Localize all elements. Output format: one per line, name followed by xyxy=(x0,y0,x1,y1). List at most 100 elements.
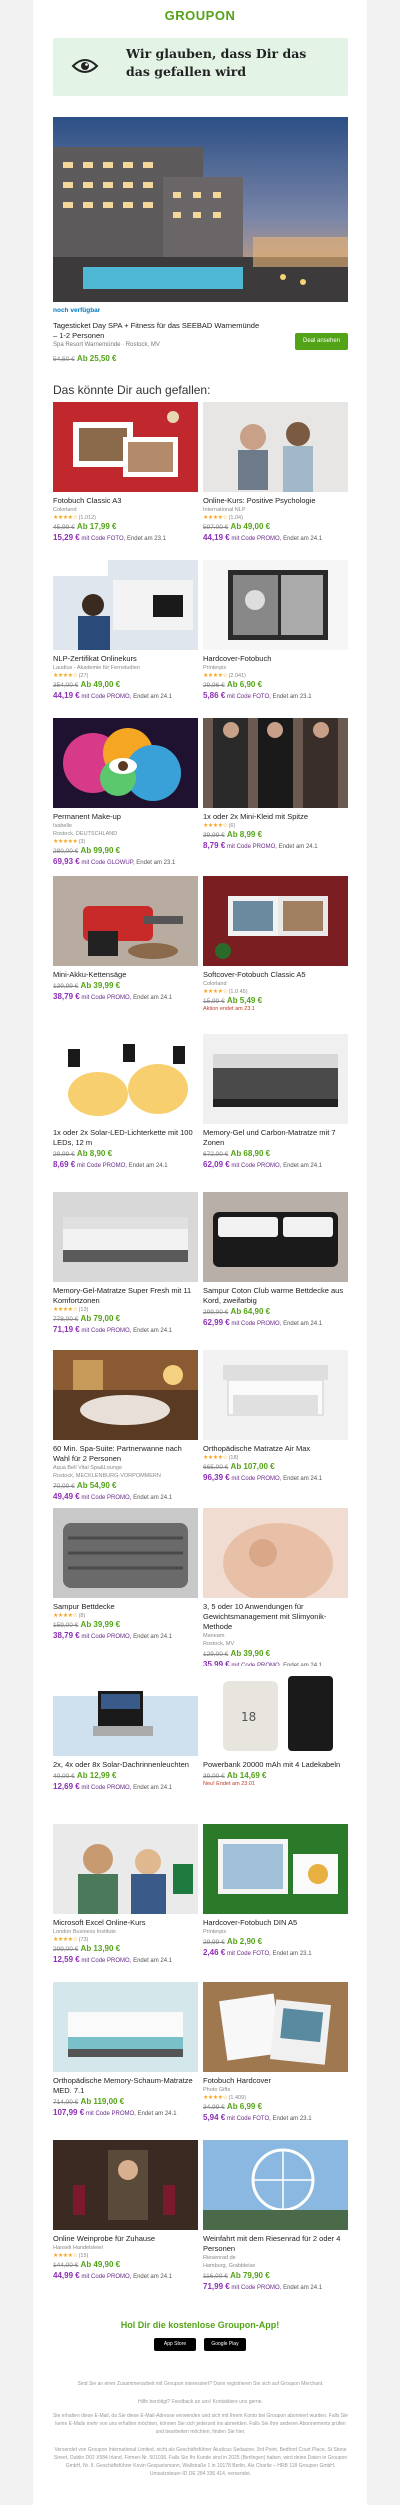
promo-price: 49,49 € xyxy=(53,1492,80,1501)
deal-title[interactable]: 60 Min. Spa-Suite: Partnerwanne nach Wah… xyxy=(53,1444,198,1464)
deal-image[interactable] xyxy=(53,560,198,650)
deal-card[interactable]: Fotobuch Classic A3 Colorland ★★★★☆ (1.012… xyxy=(53,402,198,542)
deal-image[interactable] xyxy=(203,560,348,650)
deal-title[interactable]: Memory-Gel und Carbon-Matratze mit 7 Zon… xyxy=(203,1128,348,1148)
promo-line: 96,39 € mit Code PROMO, Endet am 24.1 xyxy=(203,1473,348,1482)
deal-price: Ab 79,00 € xyxy=(80,1314,121,1323)
promo-line: 12,59 € mit Code PROMO, Endet am 24.1 xyxy=(53,1955,198,1964)
deal-title[interactable]: Microsoft Excel Online-Kurs xyxy=(53,1918,198,1928)
deal-price: Ab 119,00 € xyxy=(80,2097,125,2106)
deal-price-line: 778,00 € Ab 79,00 € xyxy=(53,1314,198,1323)
deal-title[interactable]: Fotobuch Hardcover xyxy=(203,2076,348,2086)
rating-stars: ★★★★☆ (27) xyxy=(53,672,198,679)
deal-title[interactable]: Sampur Bettdecke xyxy=(53,1602,198,1612)
view-deal-button[interactable]: Deal ansehen xyxy=(295,333,348,350)
promo-code-text: mit Code PROMO, xyxy=(85,2111,136,2117)
promo-price: 8,79 € xyxy=(203,841,226,850)
deal-card[interactable]: 1x oder 2x Solar-LED-Lichterkette mit 10… xyxy=(53,1034,198,1169)
deal-image[interactable] xyxy=(53,876,198,966)
deal-image[interactable] xyxy=(53,1982,198,2072)
deal-image[interactable]: 18 xyxy=(203,1666,348,1756)
deal-image[interactable] xyxy=(203,1824,348,1914)
deal-title[interactable]: Online-Kurs: Positive Psychologie xyxy=(203,496,348,506)
deal-card[interactable]: Microsoft Excel Online-Kurs London Busine… xyxy=(53,1824,198,1964)
deal-price: Ab 39,99 € xyxy=(80,1620,121,1629)
deal-title[interactable]: Memory-Gel-Matratze Super Fresh mit 11 K… xyxy=(53,1286,198,1306)
groupon-logo[interactable]: GROUPON xyxy=(33,8,367,24)
deal-card[interactable]: 3, 5 oder 10 Anwendungen für Gewichtsman… xyxy=(203,1508,348,1669)
deal-card[interactable]: Online Weinprobe für Zuhause Hanseli Hand… xyxy=(53,2140,198,2280)
deal-image[interactable] xyxy=(203,1350,348,1440)
deal-price: Ab 12,99 € xyxy=(76,1771,117,1780)
deal-title[interactable]: Online Weinprobe für Zuhause xyxy=(53,2234,198,2244)
deal-image[interactable] xyxy=(53,1666,198,1756)
deal-card[interactable]: Memory-Gel-Matratze Super Fresh mit 11 K… xyxy=(53,1192,198,1334)
deal-title[interactable]: Weinfahrt mit dem Riesenrad für 2 oder 4… xyxy=(203,2234,348,2254)
deal-price-line: 40,00 € Ab 12,99 € xyxy=(53,1771,198,1780)
deal-card[interactable]: Softcover-Fotobuch Classic A5 Colorland ★★… xyxy=(203,876,348,1012)
google-play-badge[interactable]: Google Play xyxy=(203,2338,246,2351)
deal-image[interactable] xyxy=(53,2140,198,2230)
deal-title[interactable]: Mini-Akku-Kettensäge xyxy=(53,970,198,980)
deal-title[interactable]: 1x oder 2x Solar-LED-Lichterkette mit 10… xyxy=(53,1128,198,1148)
deal-title[interactable]: NLP-Zertifikat Onlinekurs xyxy=(53,654,198,664)
deal-title[interactable]: Sampur Coton Club warme Bettdecke aus Ko… xyxy=(203,1286,348,1306)
deal-title[interactable]: 1x oder 2x Mini-Kleid mit Spitze xyxy=(203,812,348,822)
deal-card[interactable]: Orthopädische Matratze Air Max ★★★★☆ (18)… xyxy=(203,1350,348,1482)
featured-deal-title[interactable]: Tagesticket Day SPA + Fitness für das SE… xyxy=(53,321,263,341)
deal-card[interactable]: Hardcover-Fotobuch Printerpix ★★★★☆ (2.041… xyxy=(203,560,348,700)
deal-card[interactable]: 18 Powerbank 20000 mAh mit 4 Ladekabeln 39… xyxy=(203,1666,348,1787)
promo-line: 2,46 € mit Code FOTO, Endet am 23.1 xyxy=(203,1948,348,1957)
deal-card[interactable]: Hardcover-Fotobuch DIN A5 Printerpix 29,99… xyxy=(203,1824,348,1957)
deal-image[interactable] xyxy=(53,402,198,492)
deal-card[interactable]: Orthopädische Memory-Schaum-Matratze MED… xyxy=(53,1982,198,2117)
deal-image[interactable] xyxy=(53,1034,198,1124)
deal-card[interactable]: Fotobuch Hardcover Photo Gifts ★★★★☆ (1.40… xyxy=(203,1982,348,2122)
deal-card[interactable]: 60 Min. Spa-Suite: Partnerwanne nach Wah… xyxy=(53,1350,198,1501)
deal-card[interactable]: Permanent Make-up Isabelle Rostock, DEUTS… xyxy=(53,718,198,866)
deal-card[interactable]: Mini-Akku-Kettensäge 139,99 € Ab 39,99 €3… xyxy=(53,876,198,1001)
deal-image[interactable] xyxy=(203,1034,348,1124)
deal-price: Ab 107,00 € xyxy=(230,1462,275,1471)
deal-title[interactable]: Hardcover-Fotobuch DIN A5 xyxy=(203,1918,348,1928)
deal-title[interactable]: 3, 5 oder 10 Anwendungen für Gewichtsman… xyxy=(203,1602,348,1632)
app-store-badge[interactable]: App Store xyxy=(154,2338,197,2351)
deal-image[interactable] xyxy=(203,1192,348,1282)
deal-image[interactable] xyxy=(203,1982,348,2072)
deal-image[interactable] xyxy=(203,402,348,492)
deal-title[interactable]: Powerbank 20000 mAh mit 4 Ladekabeln xyxy=(203,1760,348,1770)
deal-image[interactable] xyxy=(53,1192,198,1282)
rating-stars: ★★★★☆ (1.409) xyxy=(203,2094,348,2101)
deal-title[interactable]: Orthopädische Matratze Air Max xyxy=(203,1444,348,1454)
featured-old-price: 54,50 € xyxy=(53,356,75,363)
deal-title[interactable]: Orthopädische Memory-Schaum-Matratze MED… xyxy=(53,2076,198,2096)
promo-line: 71,19 € mit Code PROMO, Endet am 24.1 xyxy=(53,1325,198,1334)
deal-title[interactable]: Softcover-Fotobuch Classic A5 xyxy=(203,970,348,980)
deal-card[interactable]: 2x, 4x oder 8x Solar-Dachrinnenleuchten 4… xyxy=(53,1666,198,1791)
deal-card[interactable]: Memory-Gel und Carbon-Matratze mit 7 Zon… xyxy=(203,1034,348,1169)
deal-card[interactable]: Sampur Bettdecke ★★★★☆ (8) 159,00 € Ab 39,… xyxy=(53,1508,198,1640)
deal-image[interactable] xyxy=(203,718,348,808)
deal-title[interactable]: Permanent Make-up xyxy=(53,812,198,822)
deal-image[interactable] xyxy=(203,1508,348,1598)
deal-image[interactable] xyxy=(53,1508,198,1598)
deal-card[interactable]: Online-Kurs: Positive Psychologie Interna… xyxy=(203,402,348,542)
deal-price: Ab 68,90 € xyxy=(230,1149,271,1158)
deal-title[interactable]: Fotobuch Classic A3 xyxy=(53,496,198,506)
old-price: 29,99 € xyxy=(53,1151,75,1158)
featured-deal-price: 54,50 € Ab 25,50 € xyxy=(53,354,117,363)
promo-end: Endet am 23.1 xyxy=(136,860,176,866)
deal-title[interactable]: Hardcover-Fotobuch xyxy=(203,654,348,664)
deal-image[interactable] xyxy=(203,2140,348,2230)
deal-card[interactable]: Weinfahrt mit dem Riesenrad für 2 oder 4… xyxy=(203,2140,348,2291)
deal-card[interactable]: 1x oder 2x Mini-Kleid mit Spitze ★★★★☆ (6… xyxy=(203,718,348,850)
deal-title[interactable]: 2x, 4x oder 8x Solar-Dachrinnenleuchten xyxy=(53,1760,198,1770)
deal-image[interactable] xyxy=(53,718,198,808)
featured-deal-image[interactable] xyxy=(53,117,348,302)
deal-card[interactable]: NLP-Zertifikat Onlinekurs Laudius - Akade… xyxy=(53,560,198,700)
promo-line: 44,19 € mit Code PROMO, Endet am 24.1 xyxy=(53,691,198,700)
deal-image[interactable] xyxy=(53,1350,198,1440)
deal-card[interactable]: Sampur Coton Club warme Bettdecke aus Ko… xyxy=(203,1192,348,1327)
deal-image[interactable] xyxy=(203,876,348,966)
deal-image[interactable] xyxy=(53,1824,198,1914)
